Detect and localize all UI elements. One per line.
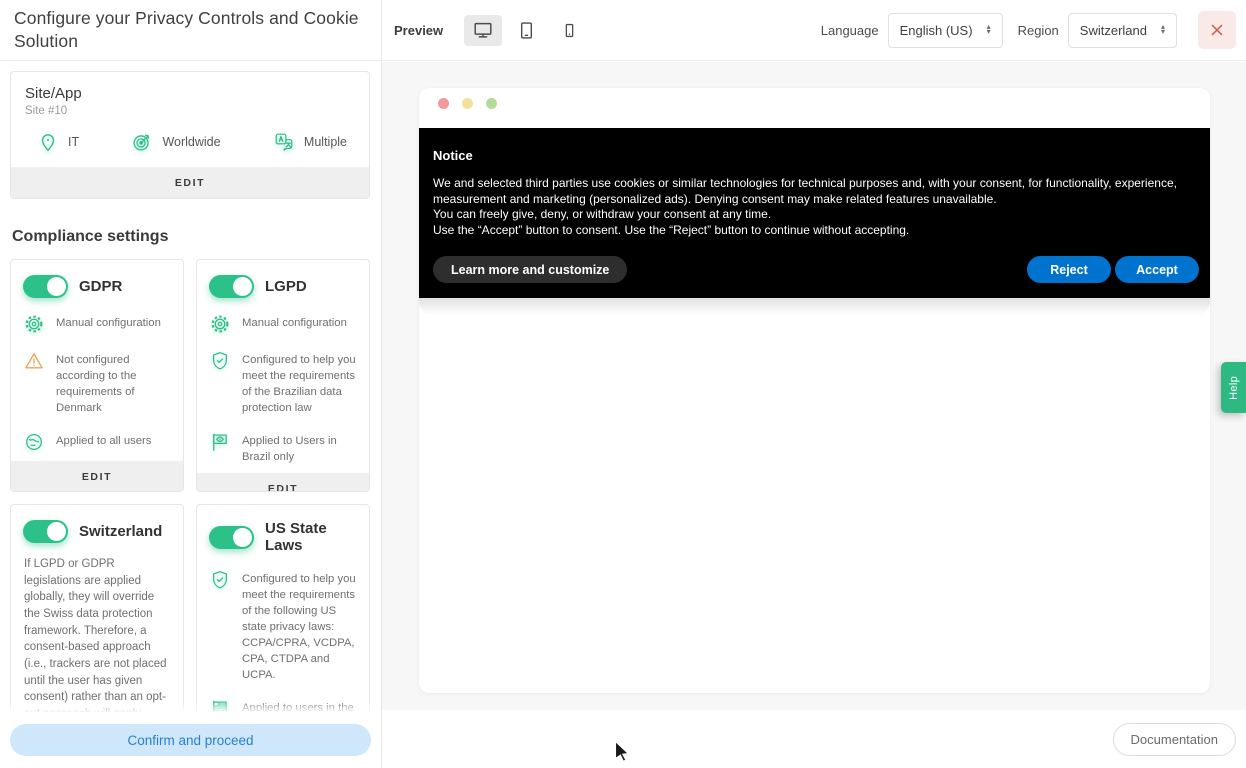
page-title: Configure your Privacy Controls and Cook… (14, 8, 359, 51)
site-country-attr: IT (37, 131, 79, 153)
documentation-button[interactable]: Documentation (1112, 722, 1236, 756)
site-languages-label: Multiple (303, 135, 347, 149)
preview-toolbar: Preview Language English (US) ▴ ▾ Region… (382, 0, 1246, 61)
gdpr-edit-button[interactable]: EDIT (11, 461, 183, 491)
flag-eye-icon (209, 431, 231, 453)
gear-icon (23, 313, 45, 335)
compliance-settings-heading: Compliance settings (12, 228, 169, 245)
mobile-icon (560, 21, 579, 40)
site-languages-attr: Multiple (273, 131, 347, 153)
notice-title: Notice (433, 148, 473, 163)
list-item: Not configured according to the requirem… (23, 350, 171, 416)
device-mobile-button[interactable] (550, 15, 588, 46)
language-label: Language (820, 22, 879, 38)
notice-paragraph: We and selected third parties use cookie… (433, 176, 1177, 206)
traffic-yellow-dot (462, 98, 473, 109)
browser-mockup: Notice We and selected third parties use… (419, 88, 1210, 693)
close-button[interactable] (1198, 11, 1236, 49)
sidebar-header: Configure your Privacy Controls and Cook… (0, 0, 381, 61)
us-state-laws-toggle[interactable] (209, 525, 254, 549)
site-app-title: Site/App (25, 85, 82, 102)
lgpd-card: LGPD Manual configuration Configured to … (196, 259, 370, 492)
sidebar-scroll-area[interactable]: Site/App Site #10 IT Worldwide Multiple … (0, 62, 380, 712)
switzerland-card: Switzerland If LGPD or GDPR legislations… (10, 504, 184, 712)
preview-canvas: Notice We and selected third parties use… (382, 62, 1246, 710)
site-audience-attr: Worldwide (131, 131, 221, 153)
device-desktop-button[interactable] (464, 14, 503, 46)
list-item: Configured to help you meet the requirem… (209, 350, 357, 416)
help-tab[interactable]: Help (1221, 362, 1246, 413)
us-state-laws-card: US State Laws Configured to help you mee… (196, 504, 370, 712)
lgpd-card-title: LGPD (265, 278, 307, 295)
us-state-laws-card-title: US State Laws (265, 520, 327, 554)
banner-drop-shadow (419, 298, 1210, 315)
confirm-and-proceed-button[interactable]: Confirm and proceed (10, 724, 371, 756)
cookie-notice-banner: Notice We and selected third parties use… (419, 128, 1210, 298)
region-label: Region (1017, 22, 1059, 38)
lgpd-toggle[interactable] (209, 275, 254, 298)
shield-check-icon (209, 569, 231, 591)
updown-arrows-icon: ▴ ▾ (986, 22, 991, 36)
traffic-green-dot (486, 98, 497, 109)
notice-paragraph: Use the “Accept” button to consent. Use … (433, 223, 910, 238)
shield-check-icon (209, 350, 231, 372)
list-item: Manual configuration (209, 313, 357, 335)
traffic-red-dot (438, 98, 449, 109)
switzerland-description: If LGPD or GDPR legislations are applied… (24, 558, 167, 712)
gdpr-card: GDPR Manual configuration Not configured… (10, 259, 184, 492)
learn-more-button[interactable]: Learn more and customize (433, 256, 628, 283)
preview-panel: Preview Language English (US) ▴ ▾ Region… (382, 0, 1246, 768)
gdpr-card-title: GDPR (79, 278, 123, 295)
list-item: Manual configuration (23, 313, 171, 335)
notice-paragraph: You can freely give, deny, or withdraw y… (433, 207, 772, 222)
lgpd-edit-button[interactable]: EDIT (197, 473, 369, 491)
device-tablet-button[interactable] (507, 15, 545, 46)
target-icon (131, 131, 153, 153)
globe-icon (23, 431, 45, 453)
browser-traffic-lights (438, 98, 497, 109)
site-name: Site #10 (25, 105, 68, 117)
languages-icon (273, 131, 295, 153)
close-icon (1207, 20, 1227, 40)
gdpr-toggle[interactable] (23, 275, 68, 298)
language-value: English (US) (899, 22, 973, 38)
preview-footer: Documentation (382, 710, 1246, 768)
site-audience-label: Worldwide (162, 135, 221, 149)
gear-icon (209, 313, 231, 335)
language-select[interactable]: English (US) ▴ ▾ (887, 12, 1003, 48)
list-item: Applied to all users (23, 431, 171, 453)
desktop-icon (472, 19, 494, 41)
preview-label: Preview (394, 22, 444, 38)
list-item: Applied to Users in Brazil only (209, 431, 357, 465)
tablet-icon (516, 20, 537, 41)
switzerland-card-title: Switzerland (79, 523, 163, 540)
list-item: Configured to help you meet the requirem… (209, 569, 357, 683)
site-edit-button[interactable]: EDIT (11, 167, 369, 198)
sidebar-footer: Confirm and proceed (0, 712, 381, 768)
notice-body: We and selected third parties use cookie… (431, 176, 1198, 239)
accept-button[interactable]: Accept (1115, 256, 1199, 283)
site-app-card: Site/App Site #10 IT Worldwide Multiple … (10, 71, 370, 199)
reject-button[interactable]: Reject (1027, 256, 1111, 283)
region-select[interactable]: Switzerland ▴ ▾ (1067, 12, 1177, 48)
switzerland-toggle[interactable] (23, 520, 68, 543)
config-sidebar: Configure your Privacy Controls and Cook… (0, 0, 382, 768)
region-value: Switzerland (1079, 22, 1147, 38)
location-pin-icon (37, 131, 59, 153)
warning-icon (23, 350, 45, 372)
updown-arrows-icon: ▴ ▾ (1160, 22, 1165, 36)
site-country-label: IT (68, 135, 80, 149)
help-tab-label: Help (1227, 375, 1240, 400)
